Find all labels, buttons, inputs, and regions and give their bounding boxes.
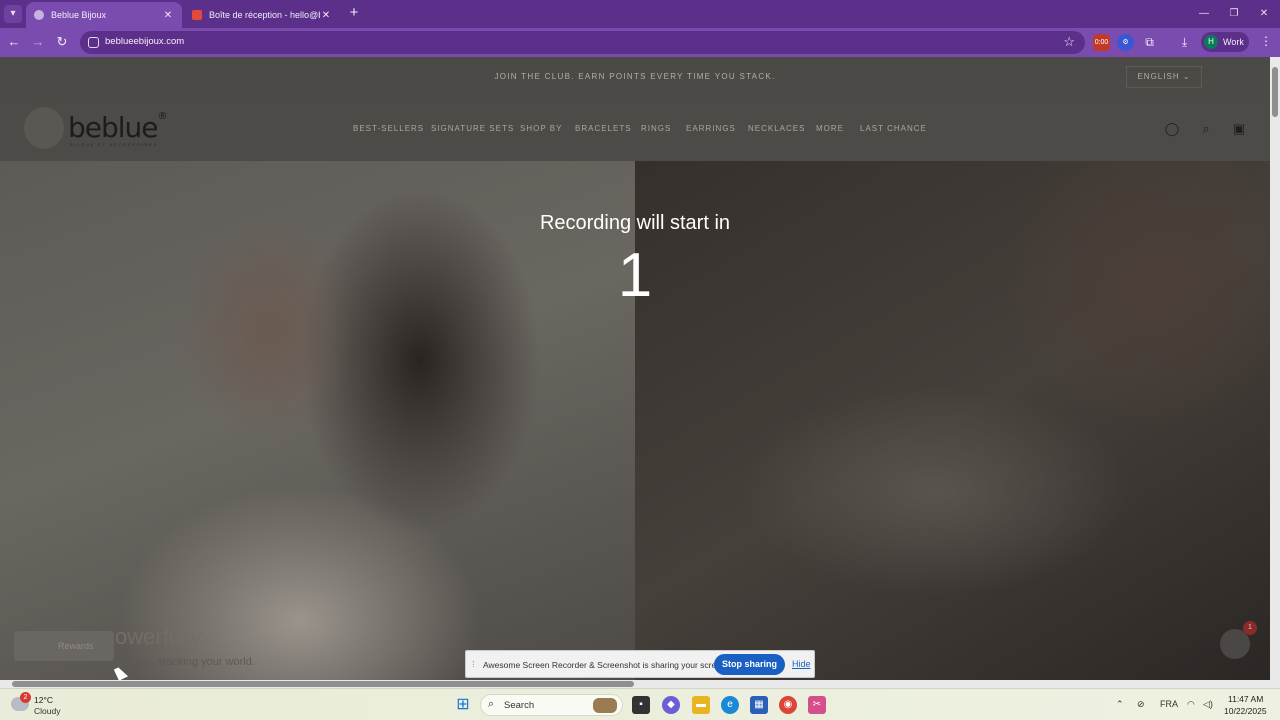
chrome-icon[interactable]: ◉ [779, 696, 797, 714]
recording-countdown-number: 1 [617, 241, 653, 310]
announcement-text[interactable]: JOIN THE CLUB. EARN POINTS EVERY TIME YO… [0, 72, 1270, 81]
file-explorer-icon[interactable]: ▬ [692, 696, 710, 714]
clock-date[interactable]: 10/22/2025 [1224, 706, 1267, 716]
nav-rings[interactable]: RINGS [641, 124, 671, 133]
nav-best-sellers[interactable]: BEST-SELLERS [353, 124, 424, 133]
wifi-icon[interactable]: ◠ [1187, 699, 1195, 710]
site-info-icon[interactable] [88, 37, 99, 48]
reload-icon[interactable]: ↻ [54, 34, 70, 50]
profile-button[interactable]: H Work [1201, 32, 1249, 52]
screen: ▾ Beblue Bijoux ✕ Boîte de réception - h… [0, 0, 1280, 720]
stop-sharing-button[interactable]: Stop sharing [714, 654, 785, 675]
address-bar[interactable]: beblueebijoux.com ☆ [80, 31, 1085, 54]
hero-image-model [0, 161, 635, 680]
download-icon[interactable]: ⤓ [1176, 34, 1193, 51]
weather-temperature[interactable]: 12°C [34, 695, 53, 705]
site-header: beblue® BIJOUX ET ACCESSOIRES BEST-SELLE… [0, 97, 1270, 161]
minimize-icon[interactable]: — [1196, 6, 1212, 22]
forward-icon[interactable]: → [30, 34, 46, 50]
input-language[interactable]: FRA [1160, 699, 1178, 709]
logo-emblem-icon[interactable] [24, 107, 64, 149]
browser-tab-bar: ▾ Beblue Bijoux ✕ Boîte de réception - h… [0, 0, 1280, 28]
back-icon[interactable]: ← [6, 34, 22, 50]
browser-menu-icon[interactable]: ⋮ [1260, 34, 1272, 48]
search-icon: ⌕ [488, 698, 495, 710]
extension-badge: 0:00 [1094, 39, 1109, 46]
logo-registered: ® [157, 111, 168, 122]
rewards-button[interactable]: Rewards [14, 631, 114, 661]
windows-taskbar: 2 12°C Cloudy ⊞ ⌕ Search ▪ ◆ ▬ e ▦ ◉ ✂ ⌃… [0, 688, 1280, 720]
horizontal-scrollbar[interactable] [0, 680, 1280, 688]
hero-image-hands [635, 161, 1270, 680]
store-icon[interactable]: ▦ [750, 696, 768, 714]
language-selector[interactable]: ENGLISH ⌄ [1126, 66, 1202, 88]
extensions-puzzle-icon[interactable]: ⧉ [1141, 34, 1158, 51]
nav-more[interactable]: MORE [816, 124, 844, 133]
close-tab-icon[interactable]: ✕ [162, 10, 174, 21]
bookmark-star-icon[interactable]: ☆ [1063, 34, 1075, 50]
url-text: beblueebijoux.com [105, 36, 185, 47]
rewards-label: Rewards [58, 641, 94, 651]
gmail-favicon-icon [192, 10, 202, 20]
language-label: ENGLISH [1137, 72, 1180, 81]
snipping-tool-icon[interactable]: ✂ [808, 696, 826, 714]
screen-share-bar: ⁞ Awesome Screen Recorder & Screenshot i… [465, 650, 815, 678]
hide-link[interactable]: Hide [792, 659, 811, 669]
taskbar-search-label: Search [504, 700, 535, 711]
tab-label: Beblue Bijoux [51, 10, 107, 20]
search-highlight-icon [593, 698, 617, 713]
restore-icon[interactable]: ❐ [1226, 6, 1242, 22]
tab-label: Boîte de réception - hello@bebl [209, 10, 320, 20]
hero-caption: owerfully [115, 624, 202, 649]
drag-handle-icon[interactable]: ⁞ [472, 659, 475, 669]
tab-search-icon[interactable]: ▾ [4, 5, 22, 23]
browser-toolbar: ← → ↻ beblueebijoux.com ☆ 0:00 ⚙ ⧉ ⤓ H W… [0, 28, 1280, 57]
announcement-bar: JOIN THE CLUB. EARN POINTS EVERY TIME YO… [0, 57, 1270, 97]
nav-necklaces[interactable]: NECKLACES [748, 124, 805, 133]
cart-icon[interactable]: ▣ [1231, 121, 1247, 137]
recording-countdown-title: Recording will start in [539, 212, 731, 234]
vertical-scrollbar[interactable] [1270, 57, 1280, 680]
logo-text: beblue [68, 111, 159, 144]
profile-label: Work [1223, 37, 1244, 47]
nav-bracelets[interactable]: BRACELETS [575, 124, 632, 133]
vertical-scroll-thumb[interactable] [1272, 67, 1278, 117]
tab-gmail[interactable]: Boîte de réception - hello@bebl ✕ [184, 2, 340, 28]
tab-beblue[interactable]: Beblue Bijoux ✕ [26, 2, 182, 28]
chat-badge: 1 [1243, 621, 1257, 635]
task-view-icon[interactable]: ▪ [632, 696, 650, 714]
edge-icon[interactable]: e [721, 696, 739, 714]
copilot-icon[interactable]: ◆ [662, 696, 680, 714]
window-close-icon[interactable]: ✕ [1256, 6, 1272, 22]
account-icon[interactable]: ◯ [1164, 121, 1180, 137]
weather-condition[interactable]: Cloudy [34, 706, 60, 716]
share-message: Awesome Screen Recorder & Screenshot is … [483, 660, 729, 670]
nav-signature-sets[interactable]: SIGNATURE SETS [431, 124, 514, 133]
windows-start-icon[interactable]: ⊞ [454, 696, 472, 714]
screen-recorder-extension-icon[interactable]: 0:00 [1093, 34, 1110, 51]
site-logo[interactable]: beblue® [68, 111, 168, 144]
weather-badge: 2 [20, 692, 31, 703]
avatar: H [1204, 35, 1218, 49]
clock-time[interactable]: 11:47 AM [1228, 694, 1263, 704]
volume-icon[interactable]: ◁) [1203, 699, 1213, 710]
network-off-icon[interactable]: ⊘ [1137, 699, 1145, 710]
beblue-favicon-icon [34, 10, 44, 20]
search-icon[interactable]: ⌕ [1198, 121, 1214, 137]
show-hidden-icons-icon[interactable]: ⌃ [1116, 699, 1124, 710]
nav-last-chance[interactable]: LAST CHANCE [860, 124, 927, 133]
horizontal-scroll-thumb[interactable] [12, 681, 634, 687]
new-tab-icon[interactable]: + [346, 5, 362, 21]
taskbar-search[interactable]: ⌕ Search [480, 694, 623, 716]
logo-tagline: BIJOUX ET ACCESSOIRES [70, 142, 159, 147]
nav-earrings[interactable]: EARRINGS [686, 124, 736, 133]
extension-icon[interactable]: ⚙ [1117, 34, 1134, 51]
close-tab-icon[interactable]: ✕ [320, 10, 332, 21]
web-page: JOIN THE CLUB. EARN POINTS EVERY TIME YO… [0, 57, 1270, 680]
nav-shop-by[interactable]: SHOP BY [520, 124, 562, 133]
